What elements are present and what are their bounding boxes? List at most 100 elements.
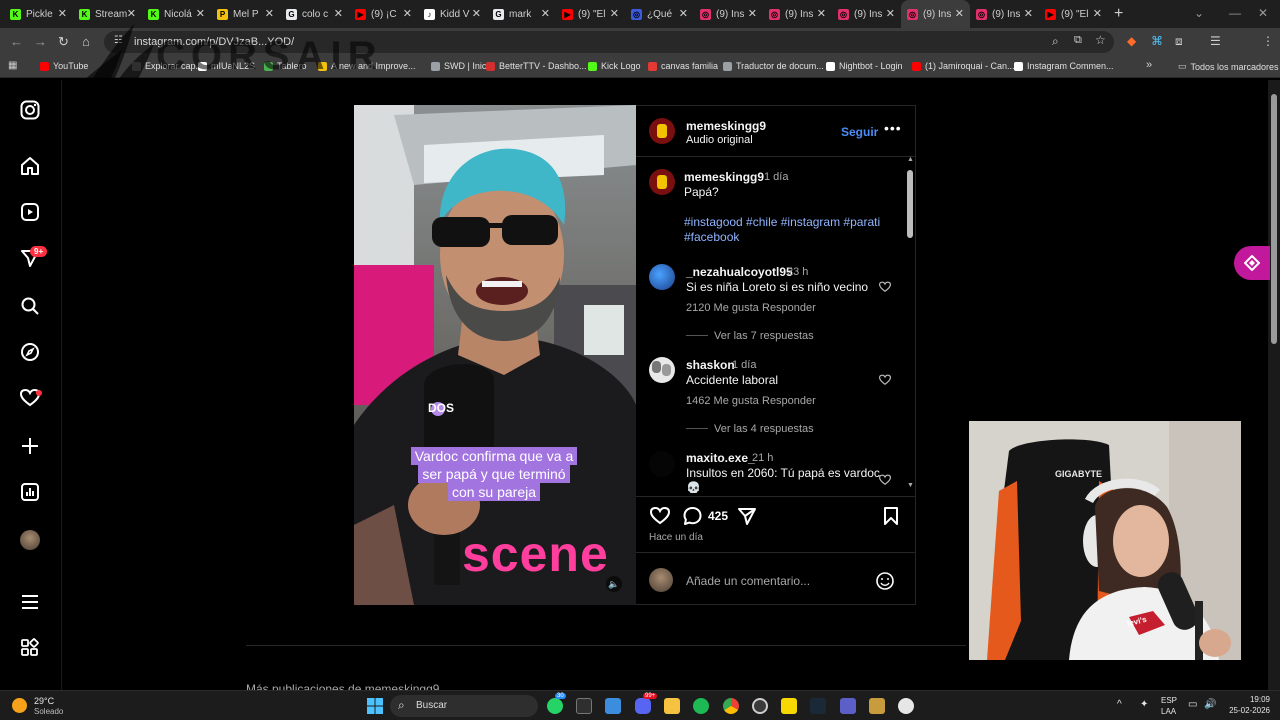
browser-tab[interactable]: ◎ (9) Ins ✕ [694, 0, 763, 28]
address-bar[interactable]: ☷ instagram.com/p/DVJzaB...YOD/ ⌕ ⧉ ☆ [104, 31, 1114, 53]
browser-tab[interactable]: ◎ (9) Ins ✕ [832, 0, 901, 28]
site-info-icon[interactable]: ☷ [114, 35, 123, 46]
comment-like-heart-icon[interactable] [879, 281, 891, 293]
commenter-avatar[interactable] [649, 264, 675, 290]
taskbar-search-box[interactable]: ⌕ Buscar [390, 695, 538, 717]
browser-tab[interactable]: ◎ (9) Ins ✕ [763, 0, 832, 28]
spotify-icon[interactable] [693, 698, 709, 714]
post-video[interactable]: DOS scene [354, 105, 636, 605]
network-icon[interactable]: ▭ [1188, 699, 1197, 710]
extensions-puzzle-icon[interactable]: ⧈ [1175, 34, 1183, 49]
comment-likes[interactable]: 2120 Me gusta [686, 302, 759, 314]
tab-close-icon[interactable]: ✕ [127, 7, 136, 20]
instagram-logo-icon[interactable] [18, 98, 42, 122]
zoom-icon[interactable]: ⌕ [1052, 34, 1059, 49]
view-replies-button[interactable]: Ver las 7 respuestas [714, 330, 814, 342]
menu-hamburger-icon[interactable] [18, 590, 42, 614]
weather-temp[interactable]: 29°C [34, 696, 54, 706]
dashboard-icon[interactable] [18, 480, 42, 504]
language-indicator[interactable]: ESP [1161, 696, 1177, 705]
page-scrollbar[interactable] [1268, 80, 1280, 690]
create-plus-icon[interactable] [18, 434, 42, 458]
audio-label[interactable]: Audio original [686, 134, 753, 146]
more-apps-icon[interactable] [18, 636, 42, 660]
browser-tab[interactable]: Gmark ✕ [487, 0, 556, 28]
extension-translate-icon[interactable]: ⌘ [1151, 34, 1163, 48]
tray-app-icon[interactable]: ✦ [1140, 699, 1148, 710]
view-replies-button[interactable]: Ver las 4 respuestas [714, 423, 814, 435]
comment-username[interactable]: maxito.exe_ [686, 451, 755, 465]
tab-close-icon[interactable]: ✕ [610, 7, 619, 20]
browser-tab[interactable]: ◎ (9) Ins ✕ [901, 0, 970, 28]
tab-close-icon[interactable]: ✕ [817, 7, 826, 20]
reading-list-icon[interactable]: ☰ [1210, 34, 1221, 48]
reels-icon[interactable] [18, 200, 42, 224]
bookmark-item[interactable]: canvas familia [648, 61, 718, 71]
browser-tab[interactable]: ♪ Kidd V ✕ [418, 0, 487, 28]
explore-compass-icon[interactable] [18, 340, 42, 364]
author-avatar[interactable] [649, 118, 675, 144]
tab-close-icon[interactable]: ✕ [748, 7, 757, 20]
browser-tab[interactable]: Gcolo c ✕ [280, 0, 349, 28]
caption-author-avatar[interactable] [649, 169, 675, 195]
install-app-icon[interactable]: ⧉ [1074, 34, 1082, 47]
home-icon[interactable]: ⌂ [82, 34, 90, 49]
follow-button[interactable]: Seguir [841, 125, 878, 139]
bookmark-item[interactable]: YouTube [40, 61, 88, 71]
comments-scrollbar[interactable]: ▲ ▼ [906, 156, 914, 492]
reply-button[interactable]: Responder [762, 395, 816, 407]
more-bookmarks-icon[interactable]: » [1146, 59, 1152, 71]
scroll-down-icon[interactable]: ▼ [907, 482, 914, 489]
save-bookmark-icon[interactable] [883, 506, 899, 526]
weather-sun-icon[interactable] [12, 698, 27, 713]
new-tab-icon[interactable]: + [1114, 5, 1123, 23]
tab-close-icon[interactable]: ✕ [196, 7, 205, 20]
author-username[interactable]: memeskingg9 [686, 119, 766, 133]
bot-app-icon[interactable] [898, 698, 914, 714]
sticky-notes-icon[interactable] [781, 698, 797, 714]
steam-icon[interactable] [810, 698, 826, 714]
more-options-icon[interactable]: ••• [884, 120, 902, 136]
reply-button[interactable]: Responder [762, 302, 816, 314]
bookmark-star-icon[interactable]: ☆ [1095, 33, 1106, 47]
bookmark-item[interactable]: A new and Improve... [318, 61, 416, 71]
mute-toggle-icon[interactable]: 🔈 [606, 576, 622, 592]
caption-author[interactable]: memeskingg9 [684, 170, 764, 184]
reload-icon[interactable]: ↻ [58, 34, 69, 50]
profile-avatar[interactable] [18, 528, 42, 552]
search-icon[interactable] [18, 294, 42, 318]
commenter-avatar[interactable] [649, 357, 675, 383]
tab-close-icon[interactable]: ✕ [265, 7, 274, 20]
browser-tab[interactable]: P Mel P ✕ [211, 0, 280, 28]
bookmark-item[interactable]: Kick Logo [588, 61, 641, 71]
whatsapp-icon[interactable] [547, 698, 563, 714]
notepad-icon[interactable] [605, 698, 621, 714]
weather-desc[interactable]: Soleado [34, 707, 63, 716]
tab-close-icon[interactable]: ✕ [679, 7, 688, 20]
league-client-icon[interactable] [869, 698, 885, 714]
emoji-picker-icon[interactable] [875, 571, 895, 591]
tab-close-icon[interactable]: ✕ [58, 7, 67, 20]
obs-icon[interactable] [752, 698, 768, 714]
browser-tab[interactable]: K Nicolá ✕ [142, 0, 211, 28]
tab-close-icon[interactable]: ✕ [1024, 7, 1033, 20]
caption-hashtags[interactable]: #facebook [684, 230, 739, 244]
minimize-icon[interactable]: — [1229, 6, 1241, 20]
windows-start-icon[interactable] [367, 698, 383, 714]
tab-close-icon[interactable]: ✕ [334, 7, 343, 20]
bookmark-item[interactable]: SWD | Inicio [431, 61, 493, 71]
apps-grid-icon[interactable]: ▦ [8, 60, 17, 71]
extension-fox-icon[interactable]: ◆ [1127, 34, 1136, 48]
tab-close-icon[interactable]: ✕ [541, 7, 550, 20]
like-heart-icon[interactable] [649, 506, 671, 526]
comments-list[interactable]: memeskingg9 1 día Papá? #instagood #chil… [636, 159, 906, 493]
comment-like-heart-icon[interactable] [879, 374, 891, 386]
bookmark-item[interactable]: Nightbot - Login [826, 61, 903, 71]
browser-tab[interactable]: K Stream ✕ [73, 0, 142, 28]
all-bookmarks-folder[interactable]: ▭ Todos los marcadores [1178, 61, 1279, 72]
bookmark-item[interactable]: Tablero [264, 61, 307, 71]
excel-like-app-icon[interactable] [576, 698, 592, 714]
clock-time[interactable]: 19:09 [1222, 695, 1270, 704]
file-explorer-icon[interactable] [664, 698, 680, 714]
share-send-icon[interactable] [737, 506, 757, 526]
